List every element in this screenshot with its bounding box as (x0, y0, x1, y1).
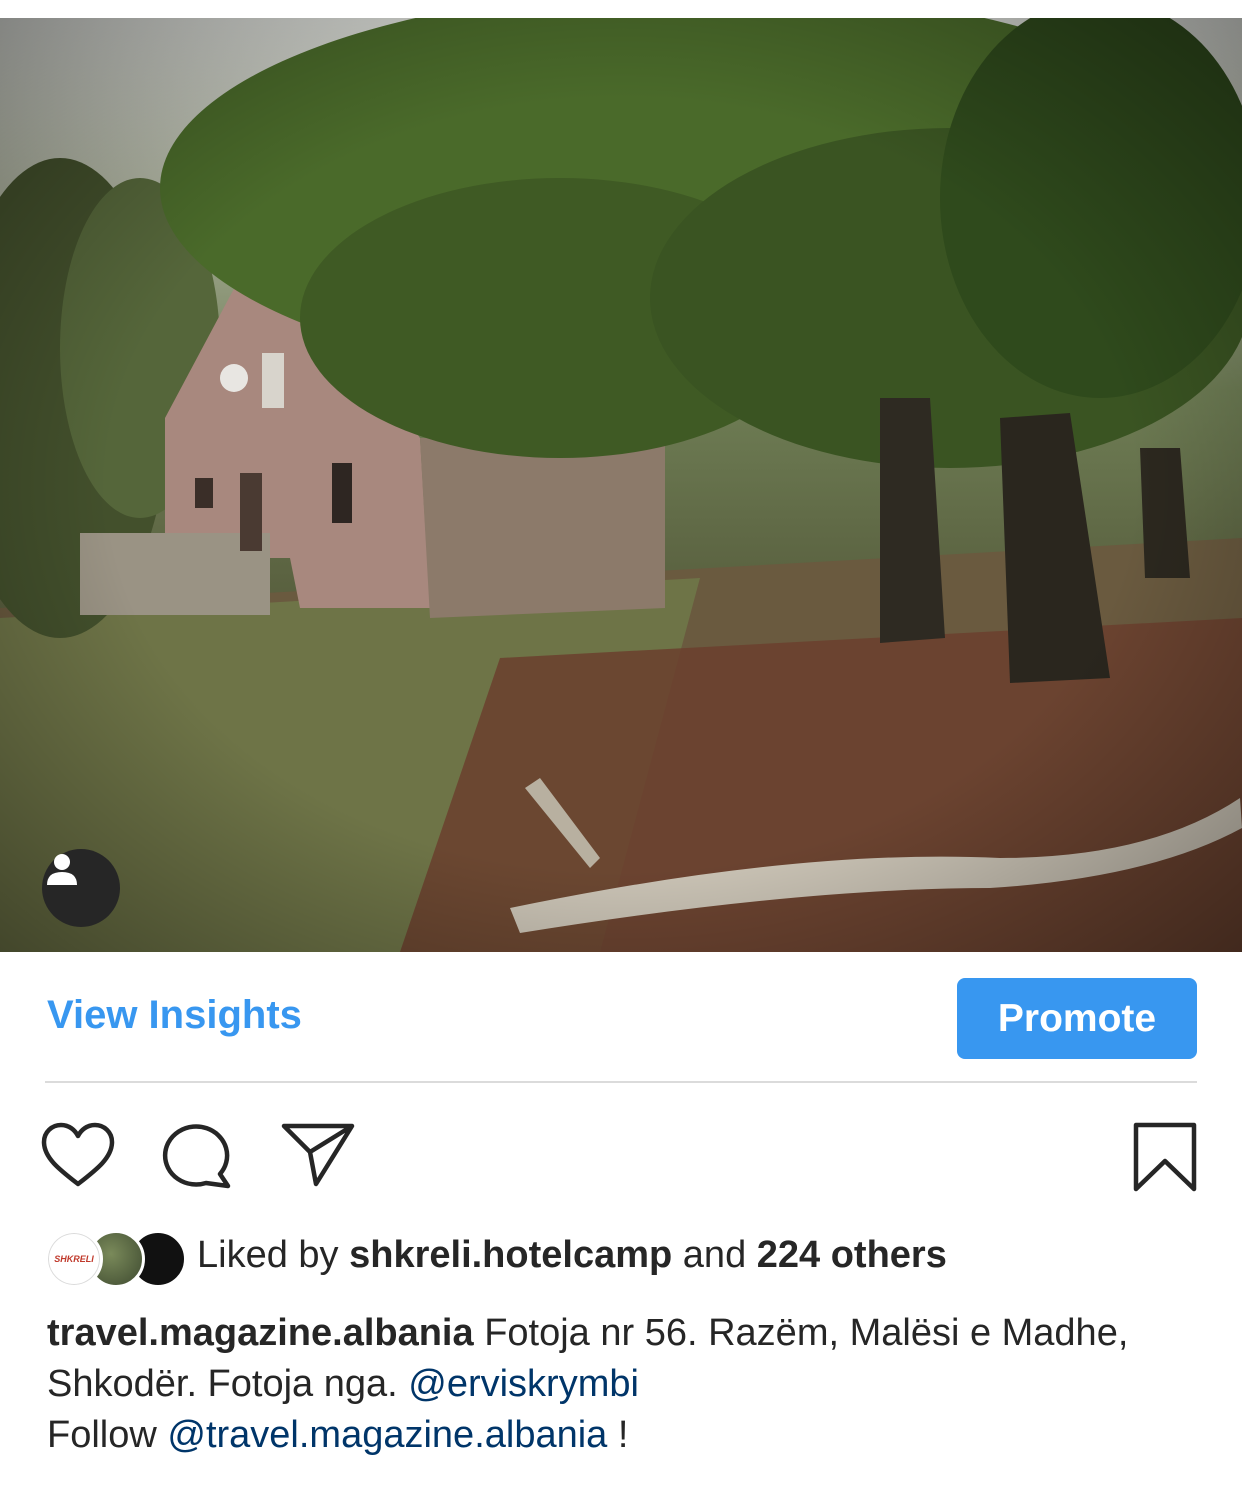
heart-icon[interactable] (40, 1122, 116, 1188)
likes-prefix: Liked by (197, 1234, 339, 1276)
paper-plane-icon[interactable] (280, 1122, 356, 1188)
insights-row: View Insights Promote (0, 975, 1242, 1065)
follow-prefix: Follow (47, 1414, 157, 1456)
promote-button[interactable]: Promote (957, 978, 1197, 1059)
post-photo[interactable] (0, 18, 1242, 952)
liker-username[interactable]: shkreli.hotelcamp (349, 1234, 672, 1276)
likes-row[interactable]: SHKRELI Liked by shkreli.hotelcamp and 2… (45, 1228, 1205, 1288)
view-insights-link[interactable]: View Insights (47, 993, 302, 1038)
mention-link[interactable]: @erviskrymbi (408, 1363, 639, 1405)
post-caption: travel.magazine.albania Fotoja nr 56. Ra… (47, 1308, 1197, 1461)
caption-username[interactable]: travel.magazine.albania (47, 1312, 474, 1354)
tagged-people-button[interactable] (42, 849, 120, 927)
likes-conjunction: and (682, 1234, 747, 1276)
person-icon (47, 854, 77, 885)
mention-link[interactable]: @travel.magazine.albania (167, 1414, 607, 1456)
divider (45, 1081, 1197, 1083)
avatar: SHKRELI (45, 1230, 103, 1288)
follow-suffix: ! (617, 1414, 629, 1456)
avatar-logo-text: SHKRELI (54, 1254, 94, 1264)
bookmark-icon[interactable] (1132, 1121, 1198, 1193)
likes-text: Liked by shkreli.hotelcamp and 224 other… (197, 1234, 947, 1277)
likes-count[interactable]: 224 others (757, 1234, 947, 1276)
photo-scene (0, 18, 1242, 952)
comment-icon[interactable] (162, 1122, 236, 1190)
